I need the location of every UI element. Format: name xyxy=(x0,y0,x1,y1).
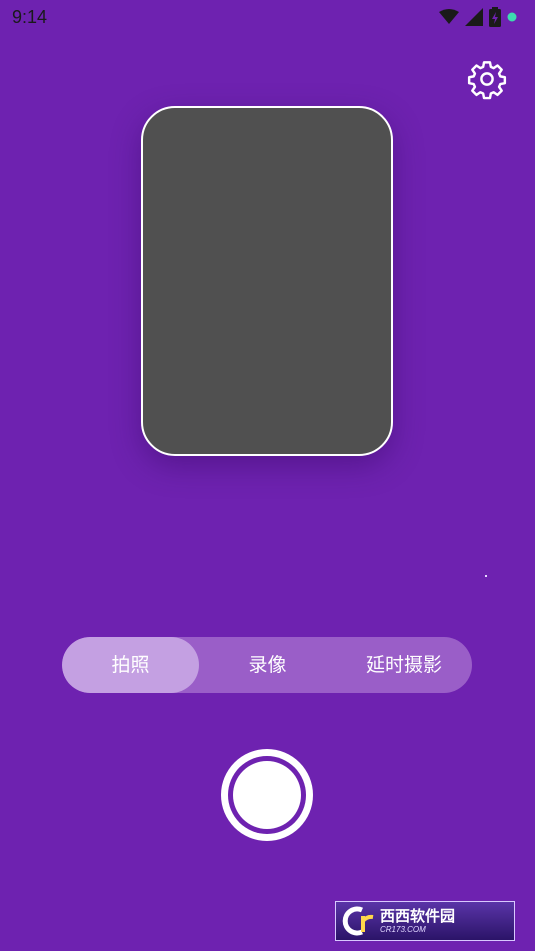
shutter-core xyxy=(233,761,301,829)
battery-icon xyxy=(489,7,501,27)
notification-dot-icon xyxy=(507,12,517,22)
watermark-title: 西西软件园 xyxy=(380,906,456,925)
decorative-dot xyxy=(485,575,487,577)
capture-mode-selector: 拍照 录像 延时摄影 xyxy=(62,637,472,693)
signal-icon xyxy=(465,8,483,26)
mode-tab-timelapse[interactable]: 延时摄影 xyxy=(336,637,472,693)
camera-preview[interactable] xyxy=(141,106,393,456)
watermark-text: 西西软件园 CR173.COM xyxy=(380,906,456,934)
gear-icon xyxy=(467,61,507,100)
site-watermark: 西西软件园 CR173.COM xyxy=(335,901,515,941)
mode-tab-photo[interactable]: 拍照 xyxy=(62,637,199,693)
wifi-icon xyxy=(439,9,459,24)
status-time: 9:14 xyxy=(12,7,48,27)
settings-button[interactable] xyxy=(466,58,508,100)
shutter-button[interactable] xyxy=(221,749,313,841)
status-bar: 9:14 xyxy=(0,0,535,36)
watermark-logo xyxy=(342,906,376,936)
cr-logo-icon xyxy=(342,906,374,936)
mode-tab-video[interactable]: 录像 xyxy=(199,637,336,693)
status-icons xyxy=(439,6,517,28)
watermark-url: CR173.COM xyxy=(380,924,426,934)
